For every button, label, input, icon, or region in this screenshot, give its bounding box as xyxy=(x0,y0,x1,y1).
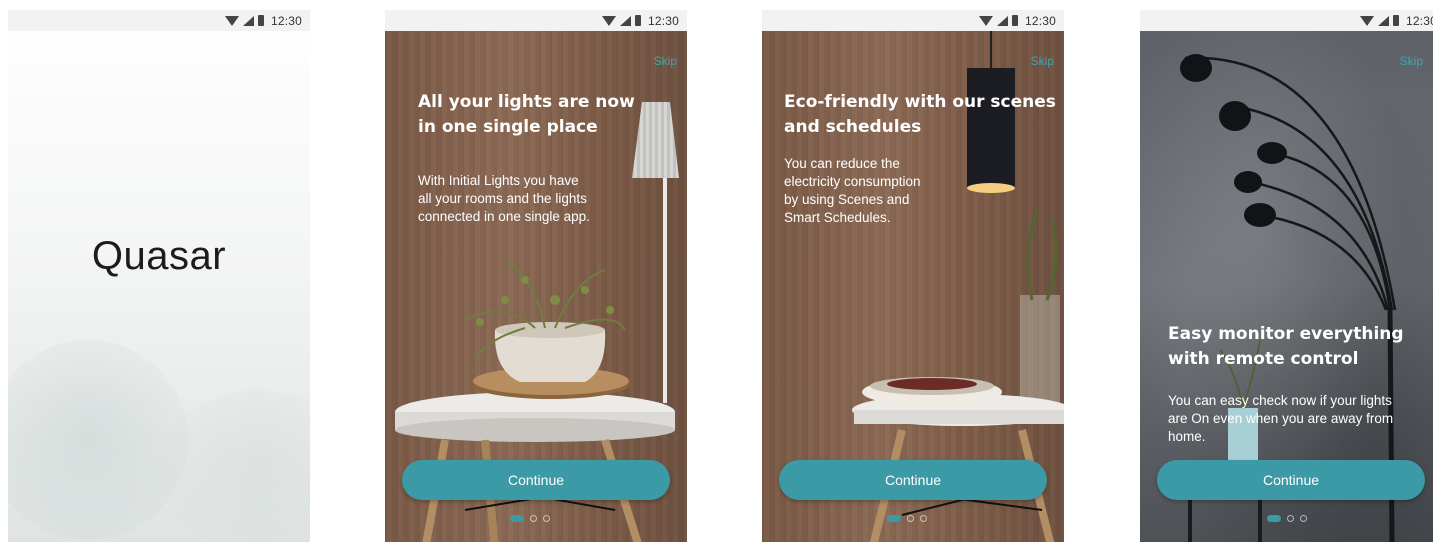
battery-icon xyxy=(1392,15,1399,26)
splash-screen: 12:30 Quasar xyxy=(8,10,310,542)
description-line: by using Scenes and xyxy=(784,192,910,207)
continue-button[interactable]: Continue xyxy=(1157,460,1425,500)
onboarding-screen-remote: 12:30 Skip Easy monitor everything with … xyxy=(1140,10,1433,542)
status-time: 12:30 xyxy=(270,13,302,28)
status-time: 12:30 xyxy=(1405,13,1433,28)
title-line: Easy monitor everything xyxy=(1168,324,1404,344)
signal-icon xyxy=(619,15,631,26)
onboarding-title: Easy monitor everything with remote cont… xyxy=(1168,322,1404,372)
page-dot[interactable] xyxy=(530,515,537,522)
onboarding-description: You can easy check now if your lights ar… xyxy=(1168,392,1393,446)
battery-icon xyxy=(634,15,641,26)
description-line: electricity consumption xyxy=(784,174,921,189)
continue-button[interactable]: Continue xyxy=(402,460,670,500)
wifi-icon xyxy=(601,15,616,26)
wifi-icon xyxy=(224,15,239,26)
page-dot[interactable] xyxy=(1300,515,1307,522)
wifi-icon xyxy=(978,15,993,26)
skip-button[interactable]: Skip xyxy=(654,54,677,68)
description-line: all your rooms and the lights xyxy=(418,191,587,206)
signal-icon xyxy=(242,15,254,26)
description-line: Smart Schedules. xyxy=(784,210,891,225)
continue-button[interactable]: Continue xyxy=(779,460,1047,500)
page-dot[interactable] xyxy=(1287,515,1294,522)
signal-icon xyxy=(1377,15,1389,26)
status-time: 12:30 xyxy=(1024,13,1056,28)
status-time: 12:30 xyxy=(647,13,679,28)
page-indicator xyxy=(1267,515,1307,522)
skip-button[interactable]: Skip xyxy=(1031,54,1054,68)
description-line: With Initial Lights you have xyxy=(418,173,579,188)
page-dot[interactable] xyxy=(543,515,550,522)
page-dot[interactable] xyxy=(920,515,927,522)
page-dot-active[interactable] xyxy=(1267,515,1281,522)
battery-icon xyxy=(1011,15,1018,26)
page-indicator xyxy=(510,515,550,522)
wifi-icon xyxy=(1359,15,1374,26)
background-blur xyxy=(8,340,188,540)
status-bar: 12:30 xyxy=(385,10,687,31)
page-dot-active[interactable] xyxy=(887,515,901,522)
app-logo: Quasar xyxy=(91,234,227,278)
onboarding-screen-lights: 12:30 Skip All your lights are now in on… xyxy=(385,10,687,542)
description-line: You can reduce the xyxy=(784,156,900,171)
page-dot[interactable] xyxy=(907,515,914,522)
title-line: and schedules xyxy=(784,117,922,137)
signal-icon xyxy=(996,15,1008,26)
page-indicator xyxy=(887,515,927,522)
description-line: connected in one single app. xyxy=(418,209,590,224)
onboarding-title: Eco-friendly with our scenes and schedul… xyxy=(784,90,1056,140)
onboarding-description: With Initial Lights you have all your ro… xyxy=(418,172,590,226)
title-line: with remote control xyxy=(1168,349,1359,369)
onboarding-title: All your lights are now in one single pl… xyxy=(418,90,635,140)
title-line: in one single place xyxy=(418,117,598,137)
skip-button[interactable]: Skip xyxy=(1400,54,1423,68)
onboarding-description: You can reduce the electricity consumpti… xyxy=(784,155,921,227)
page-dot-active[interactable] xyxy=(510,515,524,522)
title-line: All your lights are now xyxy=(418,92,635,112)
description-line: You can easy check now if your lights xyxy=(1168,393,1392,408)
onboarding-screen-eco: 12:30 Skip Eco-friendly with our scenes … xyxy=(762,10,1064,542)
description-line: are On even when you are away from xyxy=(1168,411,1394,426)
status-bar: 12:30 xyxy=(762,10,1064,31)
description-line: home. xyxy=(1168,429,1206,444)
status-bar: 12:30 xyxy=(1140,10,1433,31)
battery-icon xyxy=(257,15,264,26)
status-bar: 12:30 xyxy=(8,10,310,31)
title-line: Eco-friendly with our scenes xyxy=(784,92,1056,112)
